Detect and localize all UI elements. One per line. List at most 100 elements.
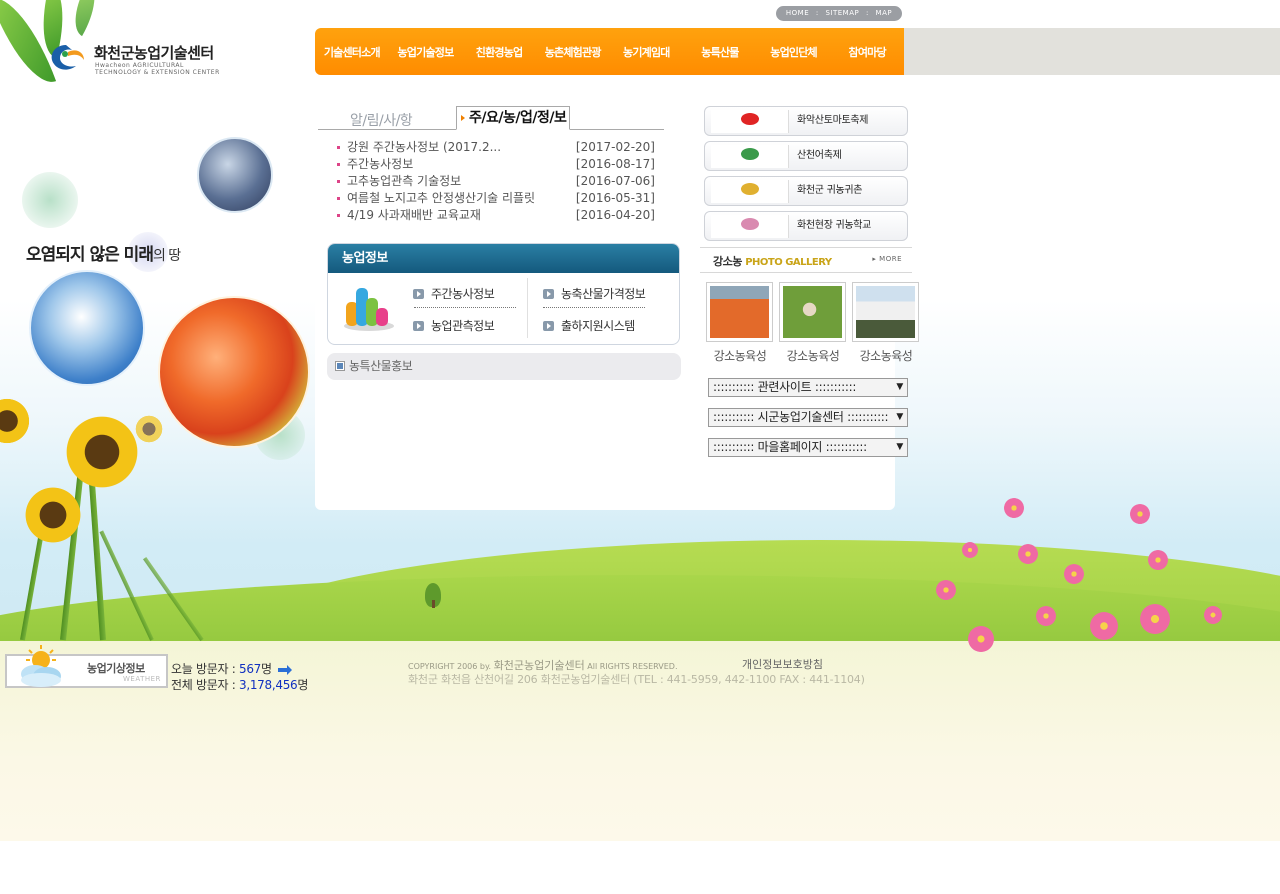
tree-trunk-illustration — [432, 600, 435, 608]
home-link[interactable]: HOME — [786, 9, 809, 17]
nav-agri-tech-info[interactable]: 농업기술정보 — [389, 44, 463, 60]
cosmos-flower — [1204, 606, 1222, 624]
link-shipping-system[interactable]: 출하지원시스템 — [543, 317, 635, 334]
sunflower-illustration — [62, 412, 142, 492]
link-weekly-farming[interactable]: 주간농사정보 — [413, 285, 495, 302]
arrow-bullet-icon — [413, 321, 424, 331]
site-logo[interactable]: 화천군농업기술센터 Hwacheon AGRICULTURAL TECHNOLO… — [46, 40, 236, 84]
festival-banner-sancheoneo[interactable]: 산천어축제 — [704, 141, 908, 171]
notice-title[interactable]: 고추농업관측 기술정보 — [347, 173, 461, 190]
cosmos-flower — [1018, 544, 1038, 564]
leaf-illustration — [62, 0, 108, 37]
festival-banner-tomato[interactable]: 화악산토마토축제 — [704, 106, 908, 136]
dropdown-arrow-icon: ▼ — [896, 412, 903, 422]
thumbnail-caption[interactable]: 강소농육성 — [850, 347, 922, 364]
link-label: 농축산물가격정보 — [561, 287, 646, 301]
tomato-mark — [741, 113, 759, 125]
bullet-icon — [337, 180, 340, 183]
nav-machine-rental[interactable]: 농기계임대 — [610, 44, 684, 60]
notice-title[interactable]: 강원 주간농사정보 (2017.2... — [347, 139, 501, 156]
today-label: 오늘 방문자 : — [171, 662, 239, 676]
select-value: ::::::::::: 마을홈페이지 ::::::::::: — [713, 440, 867, 454]
county-centers-select[interactable]: ::::::::::: 시군농업기술센터 ::::::::::: ▼ — [708, 408, 908, 427]
separator: : — [865, 9, 869, 17]
list-item[interactable]: 여름철 노지고추 안정생산기술 리플릿 [2016-05-31] — [337, 190, 655, 207]
specialty-promo-bar[interactable]: 농특산물홍보 — [327, 353, 681, 380]
gallery-thumbnail[interactable] — [852, 282, 919, 342]
copyright-suffix: All RIGHTS RESERVED. — [587, 662, 678, 671]
notice-title[interactable]: 여름철 노지고추 안정생산기술 리플릿 — [347, 190, 535, 207]
link-label: 농업관측정보 — [431, 319, 495, 333]
nav-center-intro[interactable]: 기술센터소개 — [315, 44, 389, 60]
total-label: 전체 방문자 : — [171, 678, 239, 692]
agri-info-box: 농업정보 주간농사정보 농축산물가격정보 농업관측정보 출하지원시스템 — [327, 243, 680, 345]
list-item[interactable]: 강원 주간농사정보 (2017.2... [2017-02-20] — [337, 139, 655, 156]
cosmos-flower — [1090, 612, 1118, 640]
river-photo-bubble — [29, 270, 145, 386]
slogan: 오염되지 않은 미래의 땅 — [26, 240, 181, 265]
thumbnail-caption[interactable]: 강소농육성 — [704, 347, 776, 364]
map-link[interactable]: MAP — [876, 9, 893, 17]
link-outlook-info[interactable]: 농업관측정보 — [413, 317, 495, 334]
list-item[interactable]: 4/19 사과재배반 교육교재 [2016-04-20] — [337, 207, 655, 224]
more-label: MORE — [879, 255, 902, 263]
select-value: ::::::::::: 관련사이트 ::::::::::: — [713, 380, 857, 394]
separator: : — [815, 9, 819, 17]
cosmos-flower — [1140, 604, 1170, 634]
festival-label: 화악산토마토축제 — [797, 115, 869, 126]
count-unit: 명 — [297, 678, 309, 692]
farm-logo-icon — [711, 180, 789, 203]
privacy-policy-link[interactable]: 개인정보보호방침 — [742, 656, 823, 672]
festival-banner-return-farm[interactable]: 화천군 귀농귀촌 — [704, 176, 908, 206]
notice-date: [2017-02-20] — [575, 140, 655, 154]
gallery-thumbnail[interactable] — [706, 282, 773, 342]
cosmos-flower — [1004, 498, 1024, 518]
slogan-main: 오염되지 않은 미래 — [26, 245, 154, 265]
nav-specialty-products[interactable]: 농특산물 — [683, 44, 757, 60]
list-item[interactable]: 고추농업관측 기술정보 [2016-07-06] — [337, 173, 655, 190]
bullet-icon — [337, 163, 340, 166]
notice-title[interactable]: 주간농사정보 — [347, 156, 413, 173]
glow-decoration — [22, 172, 78, 228]
notice-title[interactable]: 4/19 사과재배반 교육교재 — [347, 207, 481, 224]
thumbnail-image — [856, 286, 915, 338]
nav-eco-farming[interactable]: 친환경농업 — [462, 44, 536, 60]
cosmos-flower — [968, 626, 994, 652]
logo-title: 화천군농업기술센터 — [94, 44, 214, 62]
nav-participation[interactable]: 참여마당 — [830, 44, 904, 60]
cosmos-flower — [1036, 606, 1056, 626]
sitemap-link[interactable]: SITEMAP — [825, 9, 859, 17]
gallery-thumbnail[interactable] — [779, 282, 846, 342]
thumbnail-caption[interactable]: 강소농육성 — [777, 347, 849, 364]
link-label: 주간농사정보 — [431, 287, 495, 301]
divider — [527, 278, 528, 338]
total-count: 3,178,456 — [239, 678, 298, 692]
tab-key-agri-info[interactable]: 주/요/농/업/정/보 — [456, 106, 570, 130]
festival-photo-bubble — [197, 137, 273, 213]
cosmos-flower — [936, 580, 956, 600]
arrow-right-icon — [277, 664, 292, 675]
nav-farmer-groups[interactable]: 농업인단체 — [757, 44, 831, 60]
festival-banner-farm-school[interactable]: 화천현장 귀농학교 — [704, 211, 908, 241]
related-sites-select[interactable]: ::::::::::: 관련사이트 ::::::::::: ▼ — [708, 378, 908, 397]
notice-date: [2016-08-17] — [575, 157, 655, 171]
link-label: 출하지원시스템 — [561, 319, 635, 333]
weather-title: 농업기상정보 — [87, 662, 145, 675]
dropdown-arrow-icon: ▼ — [896, 442, 903, 452]
gallery-title: 강소농 PHOTO GALLERY — [713, 253, 832, 269]
photo-gallery-header: 강소농 PHOTO GALLERY ▸ MORE — [700, 247, 912, 273]
slogan-tail: 의 땅 — [152, 248, 181, 264]
festival-label: 화천현장 귀농학교 — [797, 220, 872, 231]
weather-info-banner[interactable]: 농업기상정보 WEATHER — [5, 645, 168, 688]
nav-rural-tourism[interactable]: 농촌체험관광 — [536, 44, 610, 60]
school-logo-icon — [711, 215, 789, 238]
cosmos-flower — [1130, 504, 1150, 524]
list-item[interactable]: 주간농사정보 [2016-08-17] — [337, 156, 655, 173]
village-homepage-select[interactable]: ::::::::::: 마을홈페이지 ::::::::::: ▼ — [708, 438, 908, 457]
tab-key-agri-info-label: 주/요/농/업/정/보 — [469, 110, 567, 126]
total-visitors: 전체 방문자 : 3,178,456명 — [171, 676, 308, 693]
gallery-more-link[interactable]: ▸ MORE — [872, 255, 902, 263]
tab-notices[interactable]: 알/림/사/항 — [350, 110, 413, 130]
link-price-info[interactable]: 농축산물가격정보 — [543, 285, 646, 302]
divider — [543, 307, 645, 308]
